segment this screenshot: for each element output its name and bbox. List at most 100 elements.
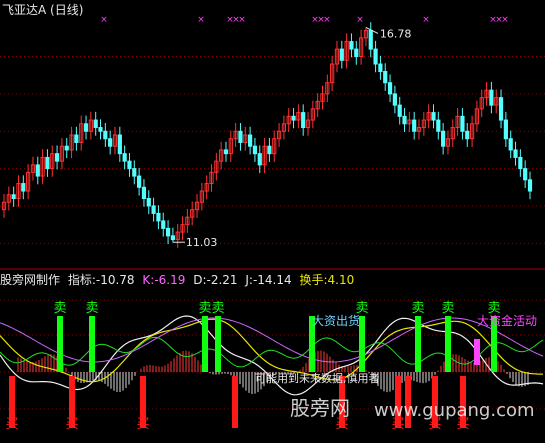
candle-body [54, 153, 60, 162]
x-mark: × [356, 15, 364, 25]
candle-body [103, 130, 108, 140]
j-value: J:-14.14 [245, 273, 292, 287]
stock-name: 飞亚达A [2, 3, 47, 17]
candle-body [441, 130, 446, 147]
candle-body [127, 160, 132, 170]
sell-label: 卖 [198, 301, 211, 316]
x-mark: × [422, 15, 430, 25]
x-mark: × [100, 15, 108, 25]
candle-body [527, 179, 533, 192]
candle-body [165, 227, 171, 237]
sell-label: 卖 [53, 301, 66, 316]
chart-canvas: 16.7811.03× × ××× ××× × × ×××卖卖卖卖卖卖卖卖买买买买买买买大资… [0, 15, 545, 432]
future-data-warning: 可能用到未来数据,慎用者 [255, 371, 380, 385]
candle-body [156, 212, 161, 222]
candle-body [291, 115, 296, 121]
candle-body [93, 119, 98, 129]
candle-body [513, 149, 518, 158]
candle-body [108, 138, 113, 147]
d-value: D:-2.21 [193, 273, 238, 287]
candle-body [392, 93, 397, 106]
indicator-bar: 股旁网制作 指标:-10.78 K:-6.19 D:-2.21 J:-14.14… [0, 271, 358, 288]
candle-body [368, 29, 373, 50]
candle-body [238, 130, 243, 143]
high-price-label: 16.78 [380, 27, 412, 40]
candle-body [98, 127, 103, 132]
candle-body [151, 205, 156, 214]
candle-body [503, 119, 508, 140]
candle-body [122, 153, 127, 162]
sell-signal-bar [202, 316, 208, 372]
candle-body [460, 115, 465, 132]
candle-body [45, 156, 50, 170]
candle-body [373, 48, 378, 65]
candle-body [248, 134, 253, 147]
sell-label: 卖 [441, 301, 454, 316]
candle-body [141, 186, 147, 199]
candle-body [223, 149, 229, 155]
candle-body [397, 104, 402, 117]
candle-body [412, 119, 417, 132]
candle-body [137, 175, 142, 188]
buy-label: 买 [136, 417, 149, 432]
candle-body [170, 235, 175, 241]
candle-body [117, 134, 122, 155]
candle-body [465, 130, 470, 140]
candle-body [161, 220, 166, 229]
turnover-value: 换手:4.10 [299, 273, 355, 287]
candle-body [35, 164, 40, 177]
buy-signal-bar [232, 376, 238, 428]
candle-body [354, 48, 359, 58]
sell-label: 卖 [411, 301, 424, 316]
candle-body [431, 112, 436, 121]
x-mark: × [323, 15, 331, 25]
candle-body [21, 183, 26, 192]
chart-title: 飞亚达A (日线) [2, 1, 83, 18]
sell-signal-bar [89, 316, 95, 372]
sell-signal-bar [445, 316, 451, 372]
indicator-source: 股旁网制作 [0, 273, 61, 287]
big-money-active-label: 大资金活动 [477, 313, 537, 328]
big-money-active-bar [474, 339, 480, 365]
candle-body [349, 41, 354, 50]
sell-signal-bar [415, 316, 421, 372]
sell-label: 卖 [85, 301, 98, 316]
candle-body [436, 119, 441, 132]
candle-body [383, 71, 388, 84]
candle-body [518, 156, 523, 170]
candle-body [132, 168, 137, 177]
sell-signal-bar [57, 316, 63, 372]
candle-body [83, 123, 89, 132]
period-label: (日线) [50, 3, 84, 17]
x-mark: × [197, 15, 205, 25]
x-mark: × [501, 15, 509, 25]
indicator-value: 指标:-10.78 [67, 273, 135, 287]
candle-body [339, 48, 344, 61]
watermark-cn: 股旁网 [290, 396, 350, 420]
candle-body [64, 145, 69, 151]
watermark-url: www.gupang.com [374, 400, 535, 421]
candle-body [498, 97, 504, 121]
candle-body [301, 112, 306, 129]
buy-label: 买 [5, 417, 18, 432]
candle-body [252, 145, 258, 155]
oscillator-line-purple [0, 317, 544, 363]
candle-body [257, 153, 262, 166]
candle-body [523, 168, 528, 181]
sell-label: 卖 [211, 301, 224, 316]
x-mark: × [238, 15, 246, 25]
sell-signal-bar [215, 316, 221, 372]
candle-body [146, 198, 151, 207]
candle-body [402, 115, 407, 125]
candle-body [267, 145, 272, 155]
buy-label: 买 [65, 417, 78, 432]
candle-body [508, 138, 513, 151]
candle-body [489, 89, 494, 106]
candle-body [11, 194, 16, 200]
big-money-out-label: 大资出货 [312, 313, 360, 328]
k-value: K:-6.19 [142, 273, 186, 287]
low-price-label: 11.03 [186, 236, 218, 249]
candle-body [74, 134, 79, 143]
candle-body [387, 82, 393, 95]
candle-body [378, 63, 383, 72]
